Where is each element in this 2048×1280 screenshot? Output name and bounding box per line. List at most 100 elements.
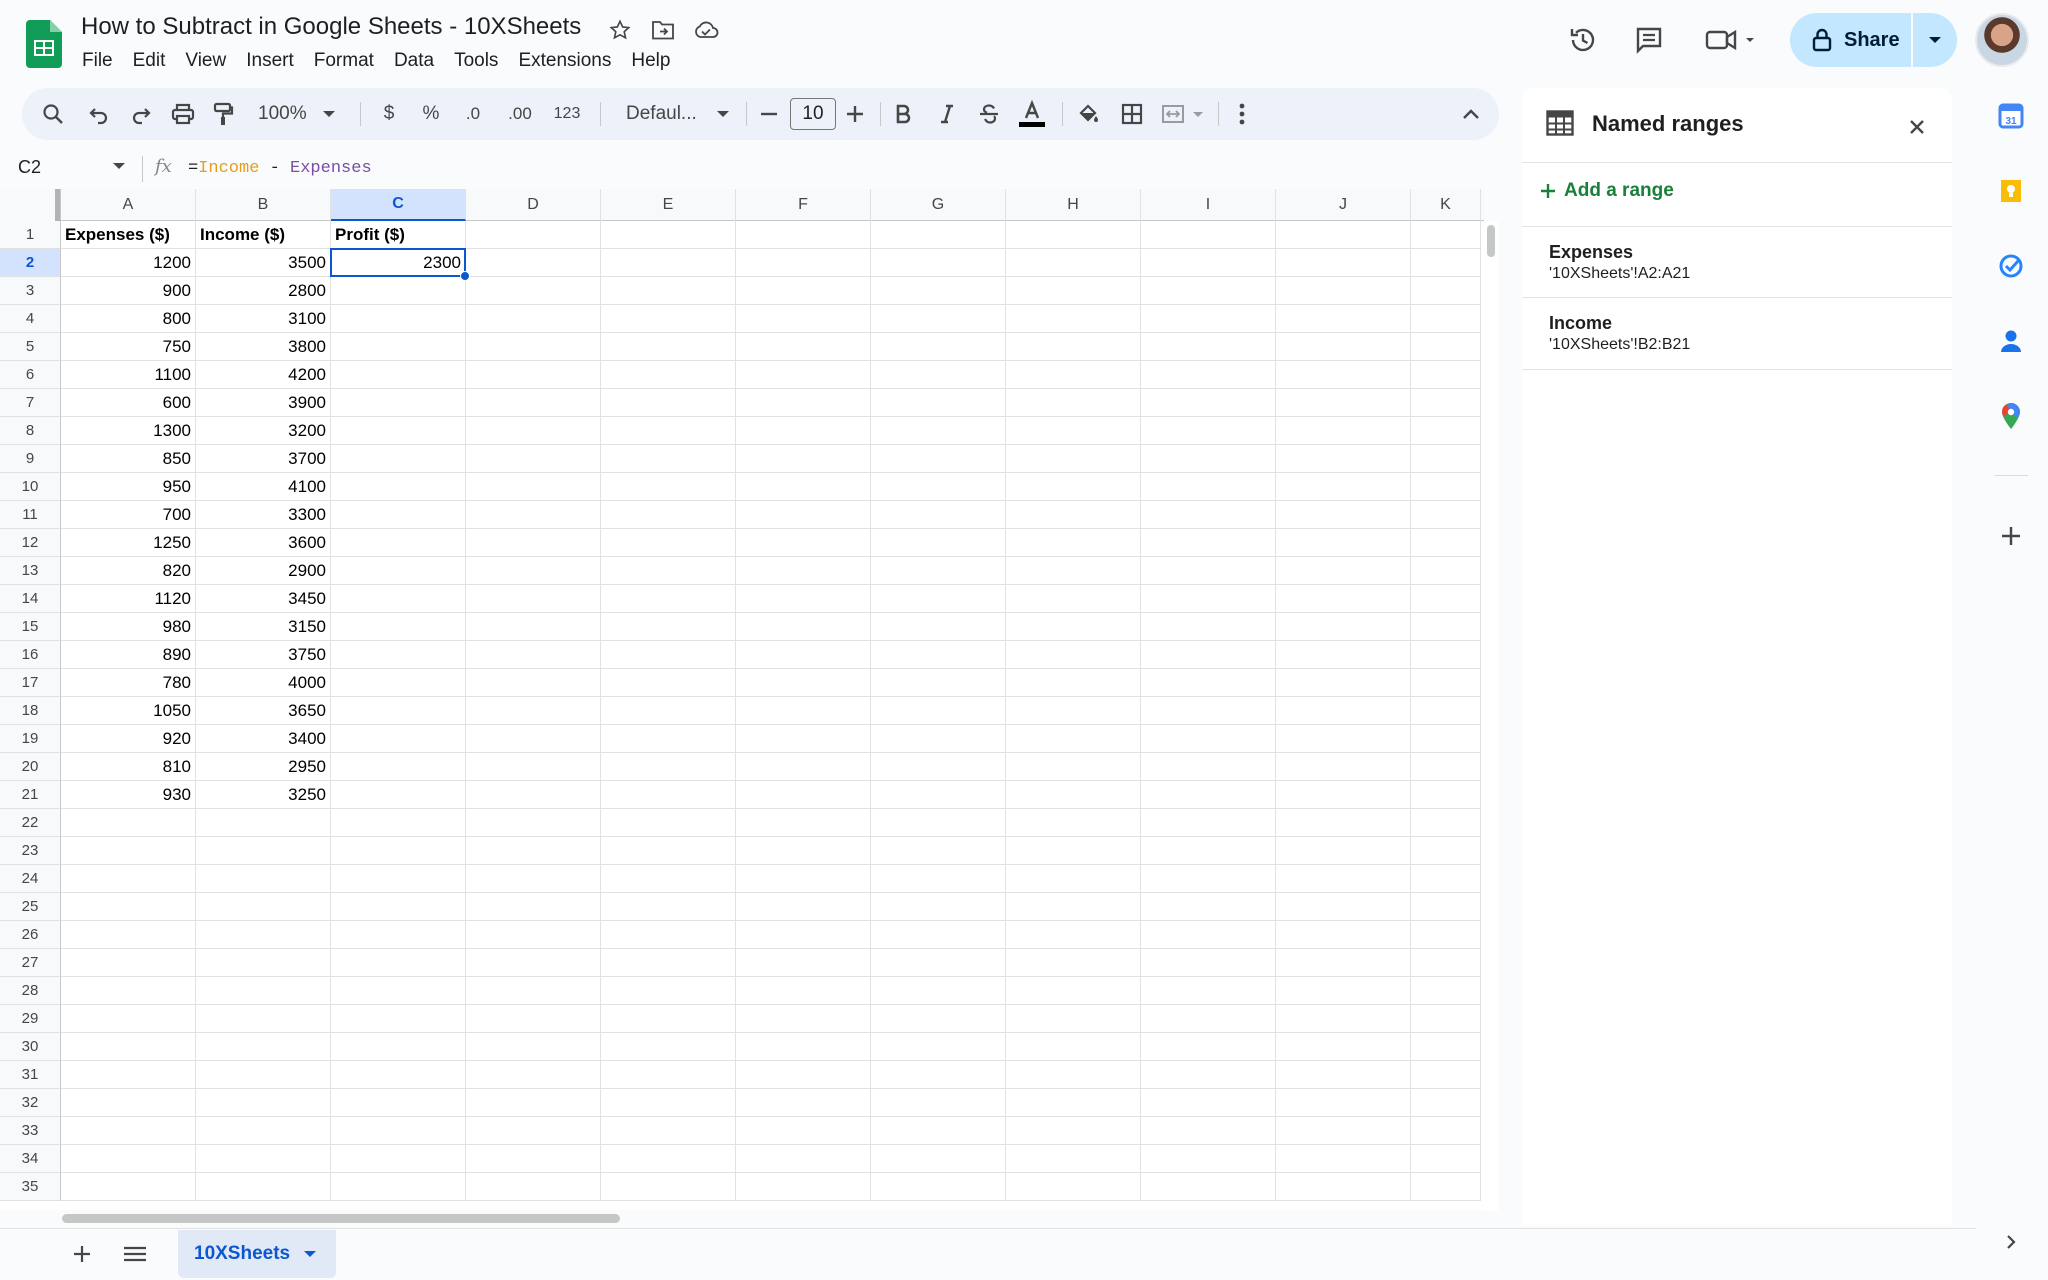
cell-f30[interactable] [736, 1033, 871, 1061]
cell-j6[interactable] [1276, 361, 1411, 389]
cell-a25[interactable] [61, 893, 196, 921]
cell-c33[interactable] [331, 1117, 466, 1145]
cell-f24[interactable] [736, 865, 871, 893]
cell-f22[interactable] [736, 809, 871, 837]
cell-d16[interactable] [466, 641, 601, 669]
cell-b1[interactable]: Income ($) [196, 221, 331, 249]
cell-g13[interactable] [871, 557, 1006, 585]
cell-d5[interactable] [466, 333, 601, 361]
cell-d21[interactable] [466, 781, 601, 809]
cell-a28[interactable] [61, 977, 196, 1005]
cell-i18[interactable] [1141, 697, 1276, 725]
cell-f12[interactable] [736, 529, 871, 557]
cell-j32[interactable] [1276, 1089, 1411, 1117]
all-sheets-icon[interactable] [120, 1240, 150, 1268]
cell-g22[interactable] [871, 809, 1006, 837]
cell-a31[interactable] [61, 1061, 196, 1089]
cell-b3[interactable]: 2800 [196, 277, 331, 305]
horizontal-scroll-thumb[interactable] [62, 1214, 620, 1223]
cell-a10[interactable]: 950 [61, 473, 196, 501]
cell-h10[interactable] [1006, 473, 1141, 501]
cell-e11[interactable] [601, 501, 736, 529]
column-header-e[interactable]: E [601, 189, 736, 221]
cell-f18[interactable] [736, 697, 871, 725]
cell-a21[interactable]: 930 [61, 781, 196, 809]
menu-tools[interactable]: Tools [444, 48, 508, 74]
cell-k19[interactable] [1411, 725, 1481, 753]
cell-a16[interactable]: 890 [61, 641, 196, 669]
cell-h4[interactable] [1006, 305, 1141, 333]
cell-c22[interactable] [331, 809, 466, 837]
cell-g29[interactable] [871, 1005, 1006, 1033]
cell-d14[interactable] [466, 585, 601, 613]
cell-j5[interactable] [1276, 333, 1411, 361]
cell-c14[interactable] [331, 585, 466, 613]
sheets-logo-icon[interactable] [26, 20, 62, 68]
select-all-corner[interactable] [0, 189, 61, 221]
cell-k26[interactable] [1411, 921, 1481, 949]
cell-c3[interactable] [331, 277, 466, 305]
cell-b2[interactable]: 3500 [196, 249, 331, 277]
cell-b20[interactable]: 2950 [196, 753, 331, 781]
cell-f29[interactable] [736, 1005, 871, 1033]
cell-j30[interactable] [1276, 1033, 1411, 1061]
meet-icon[interactable] [1700, 20, 1762, 60]
cell-d19[interactable] [466, 725, 601, 753]
cell-e33[interactable] [601, 1117, 736, 1145]
cell-j16[interactable] [1276, 641, 1411, 669]
menu-insert[interactable]: Insert [236, 48, 304, 74]
cell-d31[interactable] [466, 1061, 601, 1089]
cell-b22[interactable] [196, 809, 331, 837]
cell-e31[interactable] [601, 1061, 736, 1089]
cell-d23[interactable] [466, 837, 601, 865]
cell-b4[interactable]: 3100 [196, 305, 331, 333]
cell-h33[interactable] [1006, 1117, 1141, 1145]
cell-e29[interactable] [601, 1005, 736, 1033]
cell-j34[interactable] [1276, 1145, 1411, 1173]
add-icon[interactable] [1995, 520, 2027, 552]
cell-c6[interactable] [331, 361, 466, 389]
font-size-input[interactable]: 10 [790, 98, 836, 130]
cell-c1[interactable]: Profit ($) [331, 221, 466, 249]
cell-a26[interactable] [61, 921, 196, 949]
cell-g12[interactable] [871, 529, 1006, 557]
cell-k18[interactable] [1411, 697, 1481, 725]
cell-e19[interactable] [601, 725, 736, 753]
font-family-select[interactable]: Defaul... [606, 88, 736, 140]
cell-d10[interactable] [466, 473, 601, 501]
vertical-scrollbar[interactable] [1484, 221, 1498, 1211]
cell-f34[interactable] [736, 1145, 871, 1173]
row-header-20[interactable]: 20 [0, 753, 61, 781]
cell-e10[interactable] [601, 473, 736, 501]
cell-k31[interactable] [1411, 1061, 1481, 1089]
cell-k7[interactable] [1411, 389, 1481, 417]
cell-c10[interactable] [331, 473, 466, 501]
menu-view[interactable]: View [175, 48, 236, 74]
cell-h35[interactable] [1006, 1173, 1141, 1201]
cell-g16[interactable] [871, 641, 1006, 669]
column-header-k[interactable]: K [1411, 189, 1481, 221]
row-header-11[interactable]: 11 [0, 501, 61, 529]
cell-b18[interactable]: 3650 [196, 697, 331, 725]
calendar-icon[interactable]: 31 [1995, 100, 2027, 132]
cell-h25[interactable] [1006, 893, 1141, 921]
cell-e15[interactable] [601, 613, 736, 641]
cell-f31[interactable] [736, 1061, 871, 1089]
cell-g17[interactable] [871, 669, 1006, 697]
cell-f10[interactable] [736, 473, 871, 501]
cell-c16[interactable] [331, 641, 466, 669]
cell-g15[interactable] [871, 613, 1006, 641]
cell-j13[interactable] [1276, 557, 1411, 585]
formula-input[interactable]: =Income - Expenses [188, 159, 372, 178]
cell-d13[interactable] [466, 557, 601, 585]
cell-i6[interactable] [1141, 361, 1276, 389]
history-icon[interactable] [1563, 20, 1603, 60]
row-header-14[interactable]: 14 [0, 585, 61, 613]
cell-k16[interactable] [1411, 641, 1481, 669]
cell-g7[interactable] [871, 389, 1006, 417]
cell-b32[interactable] [196, 1089, 331, 1117]
cell-g8[interactable] [871, 417, 1006, 445]
row-header-3[interactable]: 3 [0, 277, 61, 305]
cell-b24[interactable] [196, 865, 331, 893]
cell-e23[interactable] [601, 837, 736, 865]
